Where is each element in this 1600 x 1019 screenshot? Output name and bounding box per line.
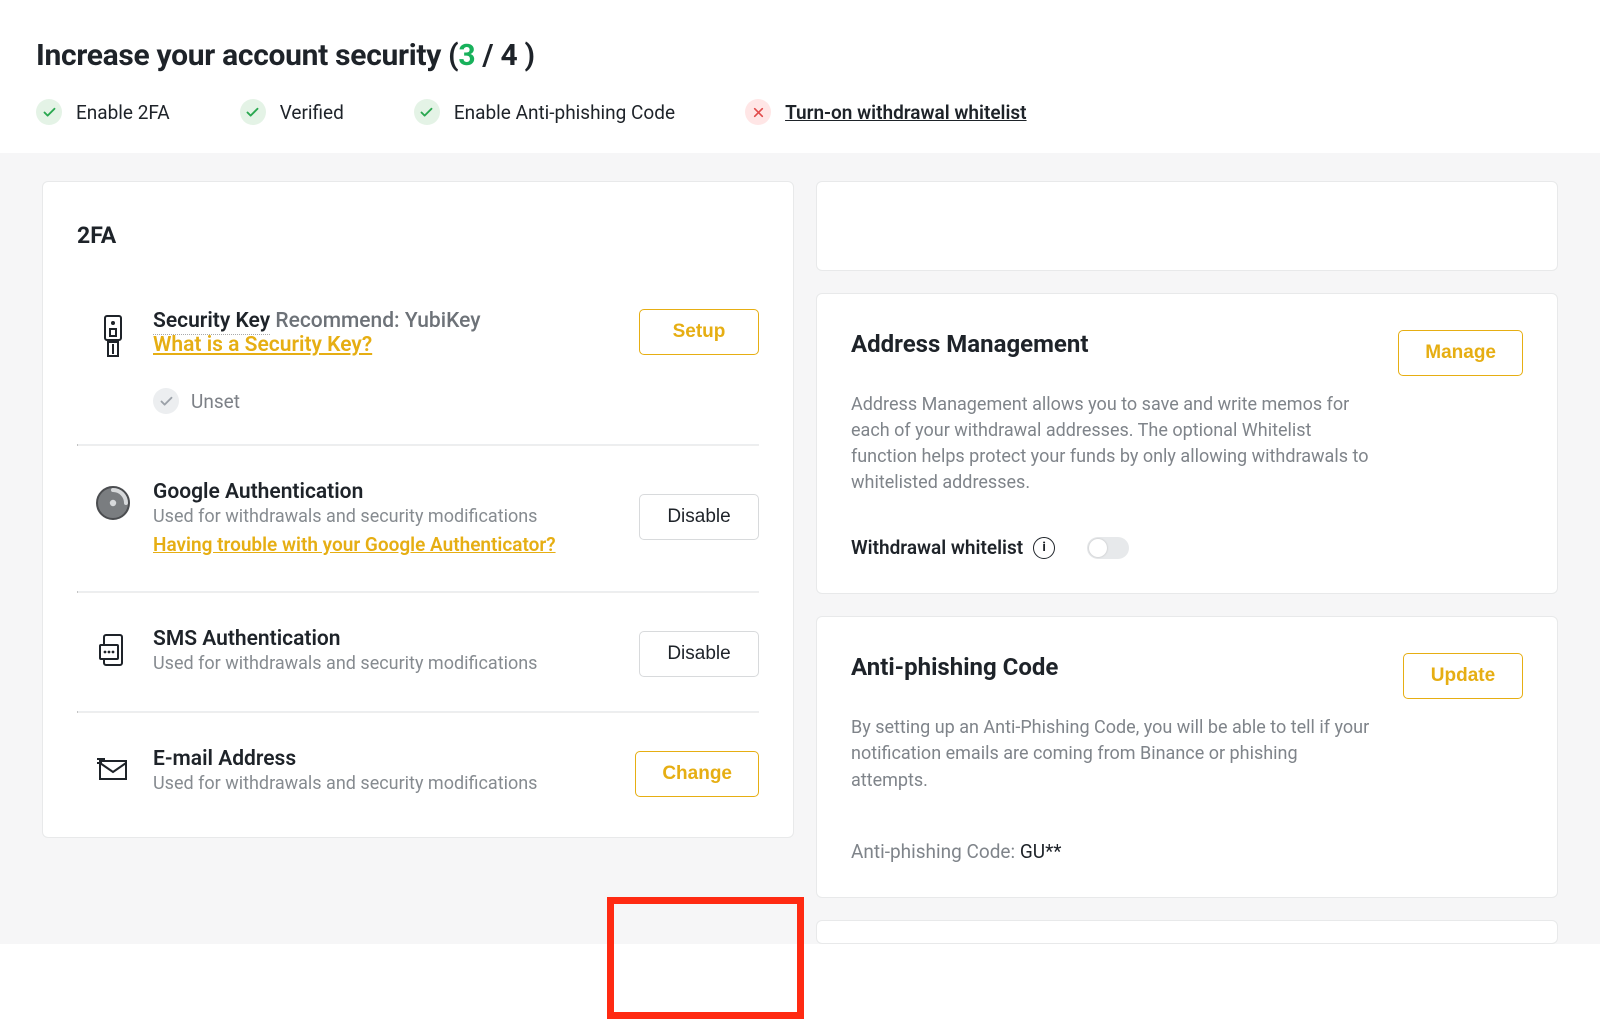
address-management-card: Address Management Manage Address Manage…: [816, 293, 1558, 594]
status-label: Enable Anti-phishing Code: [454, 101, 675, 124]
unset-label: Unset: [191, 390, 240, 413]
anti-phishing-update-button[interactable]: Update: [1403, 653, 1523, 699]
anti-phishing-title: Anti-phishing Code: [851, 653, 1058, 681]
cross-icon: [745, 99, 771, 125]
email-title: E-mail Address: [153, 747, 613, 771]
google-authenticator-icon: [95, 480, 131, 520]
withdrawal-whitelist-toggle[interactable]: [1087, 537, 1129, 559]
address-manage-button[interactable]: Manage: [1398, 330, 1523, 376]
blank-card: [816, 181, 1558, 271]
status-label[interactable]: Turn-on withdrawal whitelist: [785, 101, 1027, 124]
anti-phishing-desc: By setting up an Anti-Phishing Code, you…: [851, 715, 1371, 793]
twofa-card: 2FA Security Key Recommend: YubiKey: [42, 181, 794, 838]
google-auth-sub: Used for withdrawals and security modifi…: [153, 506, 617, 527]
status-label: Verified: [280, 101, 344, 124]
security-key-title: Security Key Recommend: YubiKey: [153, 309, 617, 333]
email-change-button[interactable]: Change: [635, 751, 759, 797]
google-auth-help-link[interactable]: Having trouble with your Google Authenti…: [153, 533, 617, 557]
address-management-title: Address Management: [851, 330, 1088, 358]
email-icon: [95, 747, 131, 783]
status-enable-2fa: Enable 2FA: [36, 99, 170, 125]
sms-auth-title: SMS Authentication: [153, 627, 617, 651]
status-anti-phishing: Enable Anti-phishing Code: [414, 99, 675, 125]
security-header: Increase your account security (3 / 4 ) …: [0, 0, 1600, 153]
info-icon[interactable]: i: [1033, 537, 1055, 559]
check-icon: [36, 99, 62, 125]
twofa-sms-auth: SMS Authentication Used for withdrawals …: [77, 593, 759, 711]
twofa-google-auth: Google Authentication Used for withdrawa…: [77, 446, 759, 591]
done-count: 3: [458, 38, 475, 73]
blank-card: [816, 920, 1558, 944]
anti-phishing-card: Anti-phishing Code Update By setting up …: [816, 616, 1558, 897]
anti-phishing-code-value: GU**: [1020, 840, 1062, 863]
check-icon: [153, 388, 179, 414]
google-auth-disable-button[interactable]: Disable: [639, 494, 759, 540]
status-withdrawal-whitelist[interactable]: Turn-on withdrawal whitelist: [745, 99, 1027, 125]
anti-phishing-code-row: Anti-phishing Code: GU**: [851, 840, 1523, 863]
security-key-title-text: Security Key: [153, 309, 270, 335]
security-key-help-link[interactable]: What is a Security Key?: [153, 333, 372, 358]
page-body: 2FA Security Key Recommend: YubiKey: [0, 153, 1600, 944]
security-key-icon: [95, 309, 131, 359]
count-divider: /: [475, 38, 500, 73]
twofa-heading: 2FA: [77, 222, 759, 249]
security-key-recommend: Recommend: YubiKey: [270, 309, 480, 333]
sms-auth-sub: Used for withdrawals and security modifi…: [153, 653, 617, 674]
twofa-email: E-mail Address Used for withdrawals and …: [77, 713, 759, 831]
check-icon: [240, 99, 266, 125]
title-suffix: ): [517, 38, 534, 73]
page-title: Increase your account security (3 / 4 ): [36, 38, 1564, 73]
withdrawal-whitelist-label: Withdrawal whitelist: [851, 536, 1023, 559]
sms-icon: [95, 627, 131, 671]
sms-auth-disable-button[interactable]: Disable: [639, 631, 759, 677]
google-auth-title: Google Authentication: [153, 480, 617, 504]
security-key-unset: Unset: [153, 388, 617, 414]
email-sub: Used for withdrawals and security modifi…: [153, 773, 613, 794]
withdrawal-whitelist-row: Withdrawal whitelist i: [851, 536, 1523, 559]
address-management-desc: Address Management allows you to save an…: [851, 392, 1371, 496]
title-prefix: Increase your account security (: [36, 38, 458, 73]
security-key-setup-button[interactable]: Setup: [639, 309, 759, 355]
status-verified: Verified: [240, 99, 344, 125]
twofa-security-key: Security Key Recommend: YubiKey What is …: [77, 293, 759, 444]
check-icon: [414, 99, 440, 125]
anti-phishing-code-label: Anti-phishing Code:: [851, 840, 1020, 863]
status-label: Enable 2FA: [76, 101, 170, 124]
highlight-change-button: [607, 897, 804, 1019]
status-row: Enable 2FA Verified Enable Anti-phishing…: [36, 99, 1564, 125]
total-count: 4: [500, 38, 517, 73]
